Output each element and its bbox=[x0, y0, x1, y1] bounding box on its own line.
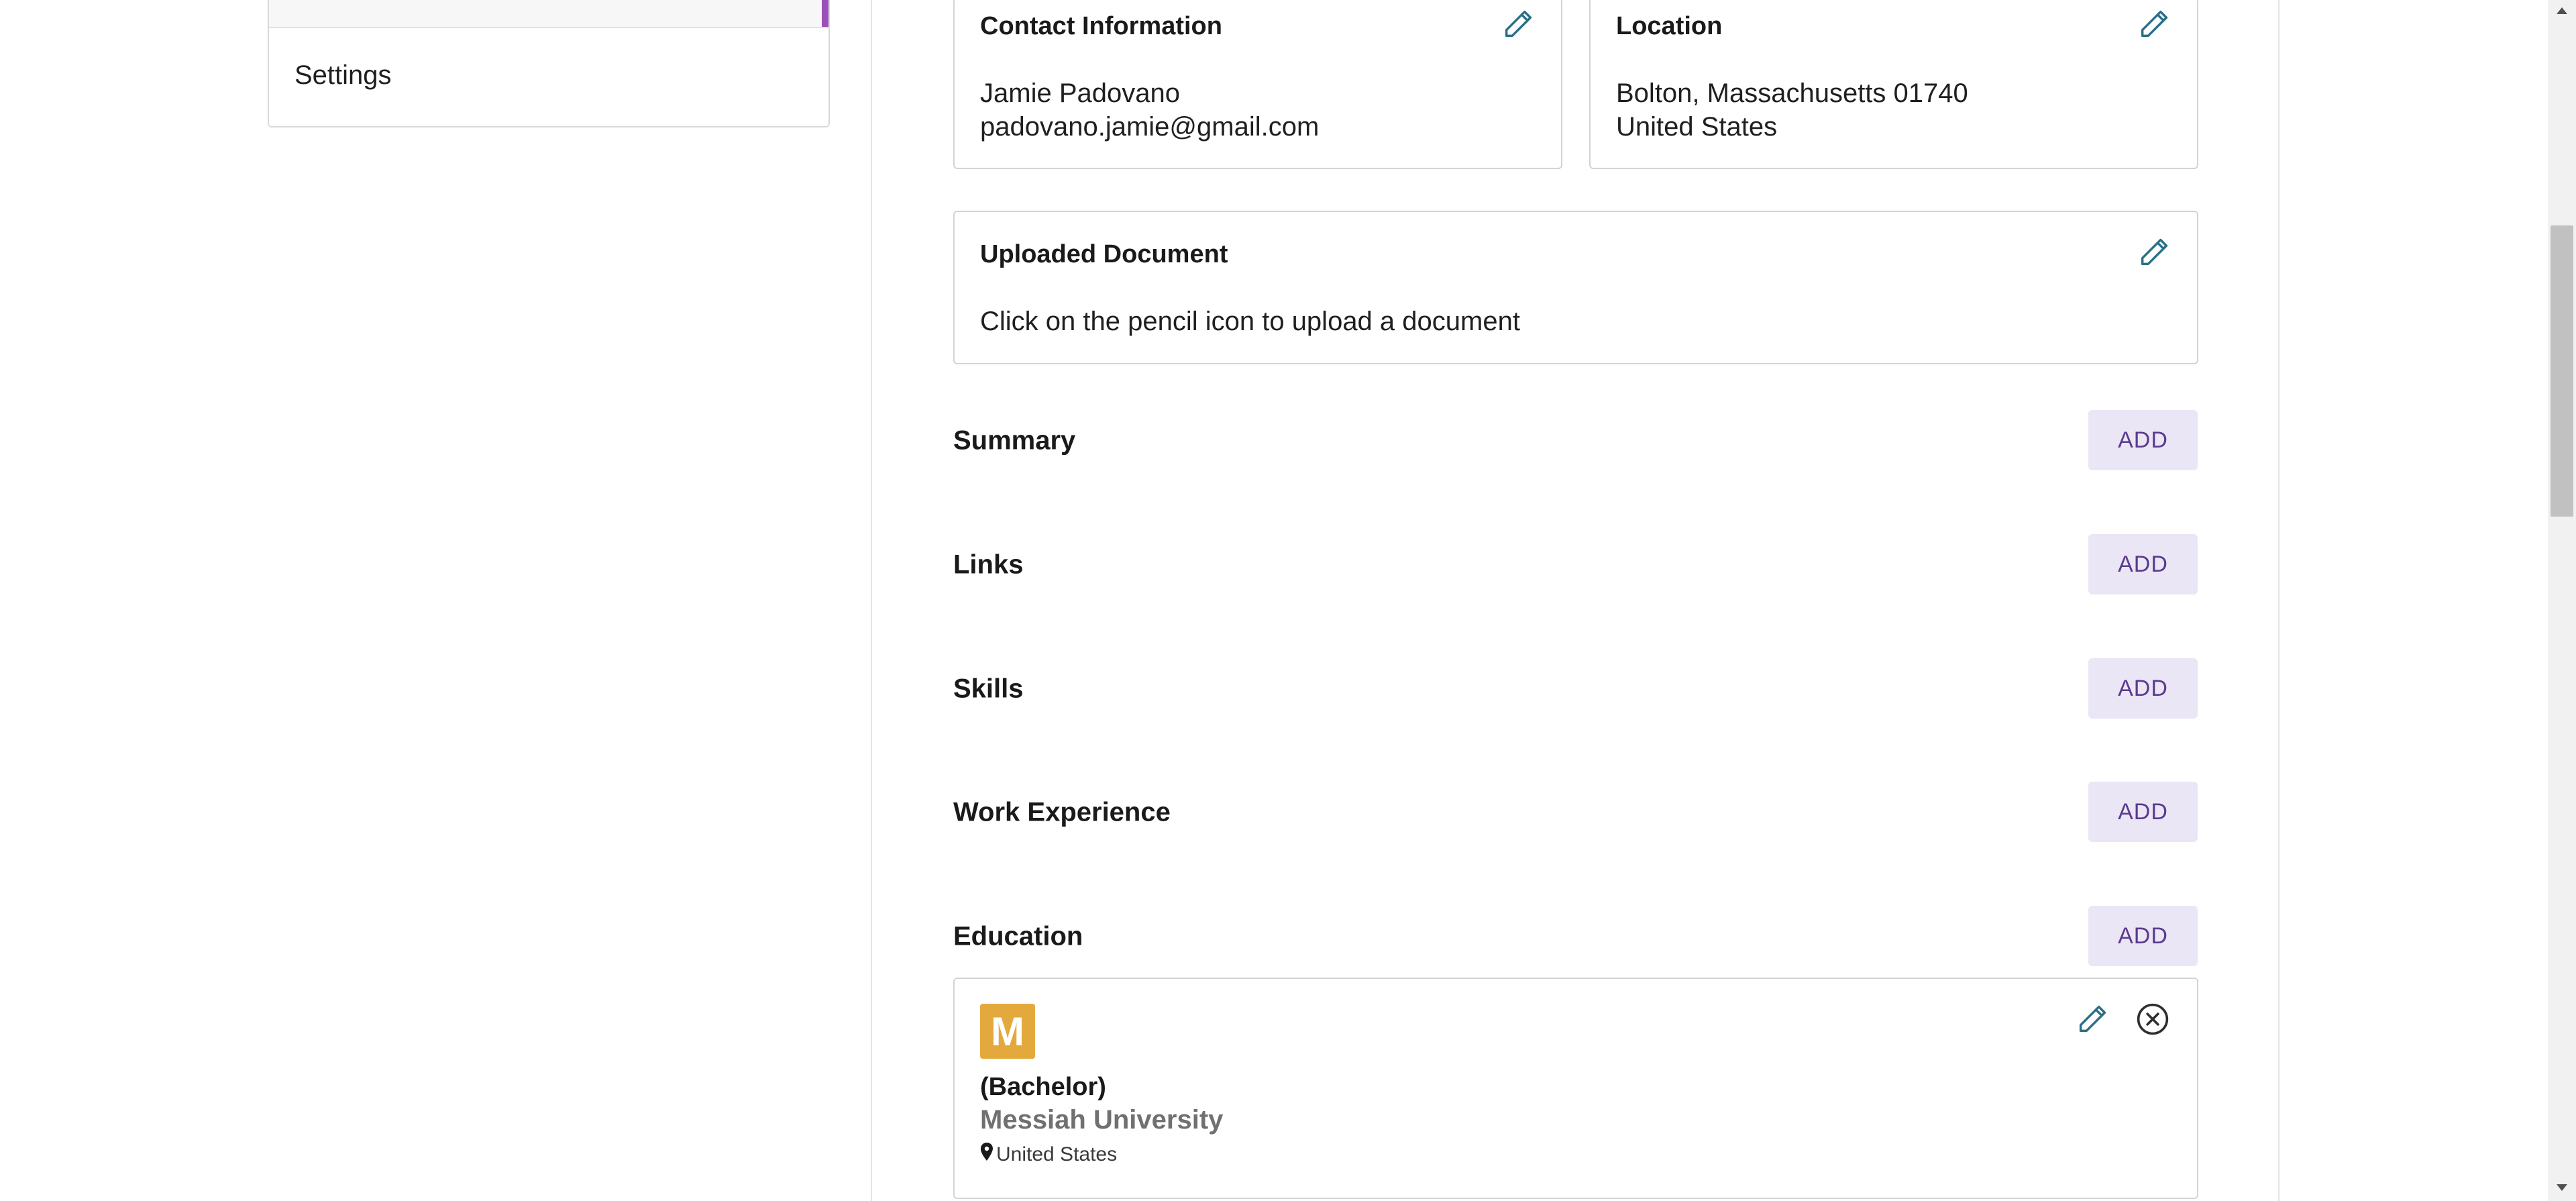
add-work-experience-button[interactable]: ADD bbox=[2088, 782, 2198, 842]
section-work-experience: Work Experience ADD bbox=[953, 782, 2198, 843]
pencil-icon bbox=[2137, 7, 2171, 42]
pencil-icon bbox=[2075, 1002, 2110, 1037]
section-title: Links bbox=[953, 550, 1024, 580]
pencil-icon bbox=[2137, 235, 2171, 270]
education-entry-card: M (Bachelor) Messiah University United S… bbox=[953, 978, 2198, 1199]
section-education: Education ADD bbox=[953, 906, 2198, 968]
contact-email: padovano.jamie@gmail.com bbox=[980, 112, 1320, 142]
close-circle-icon bbox=[2135, 1001, 2171, 1037]
add-education-button[interactable]: ADD bbox=[2088, 906, 2198, 966]
map-pin-icon bbox=[980, 1143, 994, 1167]
sidebar-active-indicator bbox=[822, 0, 828, 27]
scroll-down-arrow[interactable] bbox=[2548, 1177, 2576, 1201]
card-title: Location bbox=[1616, 12, 1723, 40]
triangle-down-icon bbox=[2556, 1183, 2568, 1195]
school-logo: M bbox=[980, 1004, 1035, 1059]
location-line-city: Bolton, Massachusetts 01740 bbox=[1616, 79, 1968, 108]
education-location: United States bbox=[980, 1143, 1117, 1167]
edit-location-button[interactable] bbox=[2135, 5, 2173, 43]
contact-information-card: Contact Information Jamie Padovano padov… bbox=[953, 0, 1562, 169]
section-links: Links ADD bbox=[953, 534, 2198, 596]
remove-education-button[interactable] bbox=[2134, 1000, 2171, 1038]
section-title: Education bbox=[953, 921, 1083, 951]
sidebar-item-active[interactable] bbox=[269, 0, 828, 28]
profile-page: Settings Contact Information Jamie Padov… bbox=[0, 0, 2576, 1201]
main-column-divider-left bbox=[871, 0, 872, 1201]
contact-name: Jamie Padovano bbox=[980, 79, 1180, 108]
education-school: Messiah University bbox=[980, 1105, 1224, 1135]
sidebar-item-settings[interactable]: Settings bbox=[294, 60, 392, 91]
add-links-button[interactable]: ADD bbox=[2088, 534, 2198, 594]
edit-document-button[interactable] bbox=[2135, 233, 2173, 271]
section-skills: Skills ADD bbox=[953, 658, 2198, 720]
pencil-icon bbox=[1501, 7, 1536, 42]
section-summary: Summary ADD bbox=[953, 410, 2198, 472]
main-column-divider-right bbox=[2278, 0, 2279, 1201]
card-title: Contact Information bbox=[980, 12, 1222, 40]
upload-hint: Click on the pencil icon to upload a doc… bbox=[980, 307, 1520, 336]
vertical-scrollbar[interactable] bbox=[2548, 0, 2576, 1201]
section-title: Skills bbox=[953, 674, 1024, 704]
triangle-up-icon bbox=[2556, 6, 2568, 18]
edit-education-button[interactable] bbox=[2074, 1000, 2111, 1038]
edit-contact-button[interactable] bbox=[1499, 5, 1537, 43]
location-line-country: United States bbox=[1616, 112, 1778, 142]
add-skills-button[interactable]: ADD bbox=[2088, 658, 2198, 719]
card-title: Uploaded Document bbox=[980, 240, 1228, 268]
scrollbar-thumb[interactable] bbox=[2551, 225, 2573, 517]
section-title: Work Experience bbox=[953, 797, 1171, 827]
education-degree: (Bachelor) bbox=[980, 1073, 1106, 1101]
add-summary-button[interactable]: ADD bbox=[2088, 410, 2198, 470]
location-card: Location Bolton, Massachusetts 01740 Uni… bbox=[1589, 0, 2198, 169]
scroll-up-arrow[interactable] bbox=[2548, 0, 2576, 24]
education-country: United States bbox=[996, 1143, 1118, 1165]
sidebar-nav: Settings bbox=[268, 0, 830, 127]
uploaded-document-card: Uploaded Document Click on the pencil ic… bbox=[953, 211, 2198, 364]
section-title: Summary bbox=[953, 425, 1076, 456]
